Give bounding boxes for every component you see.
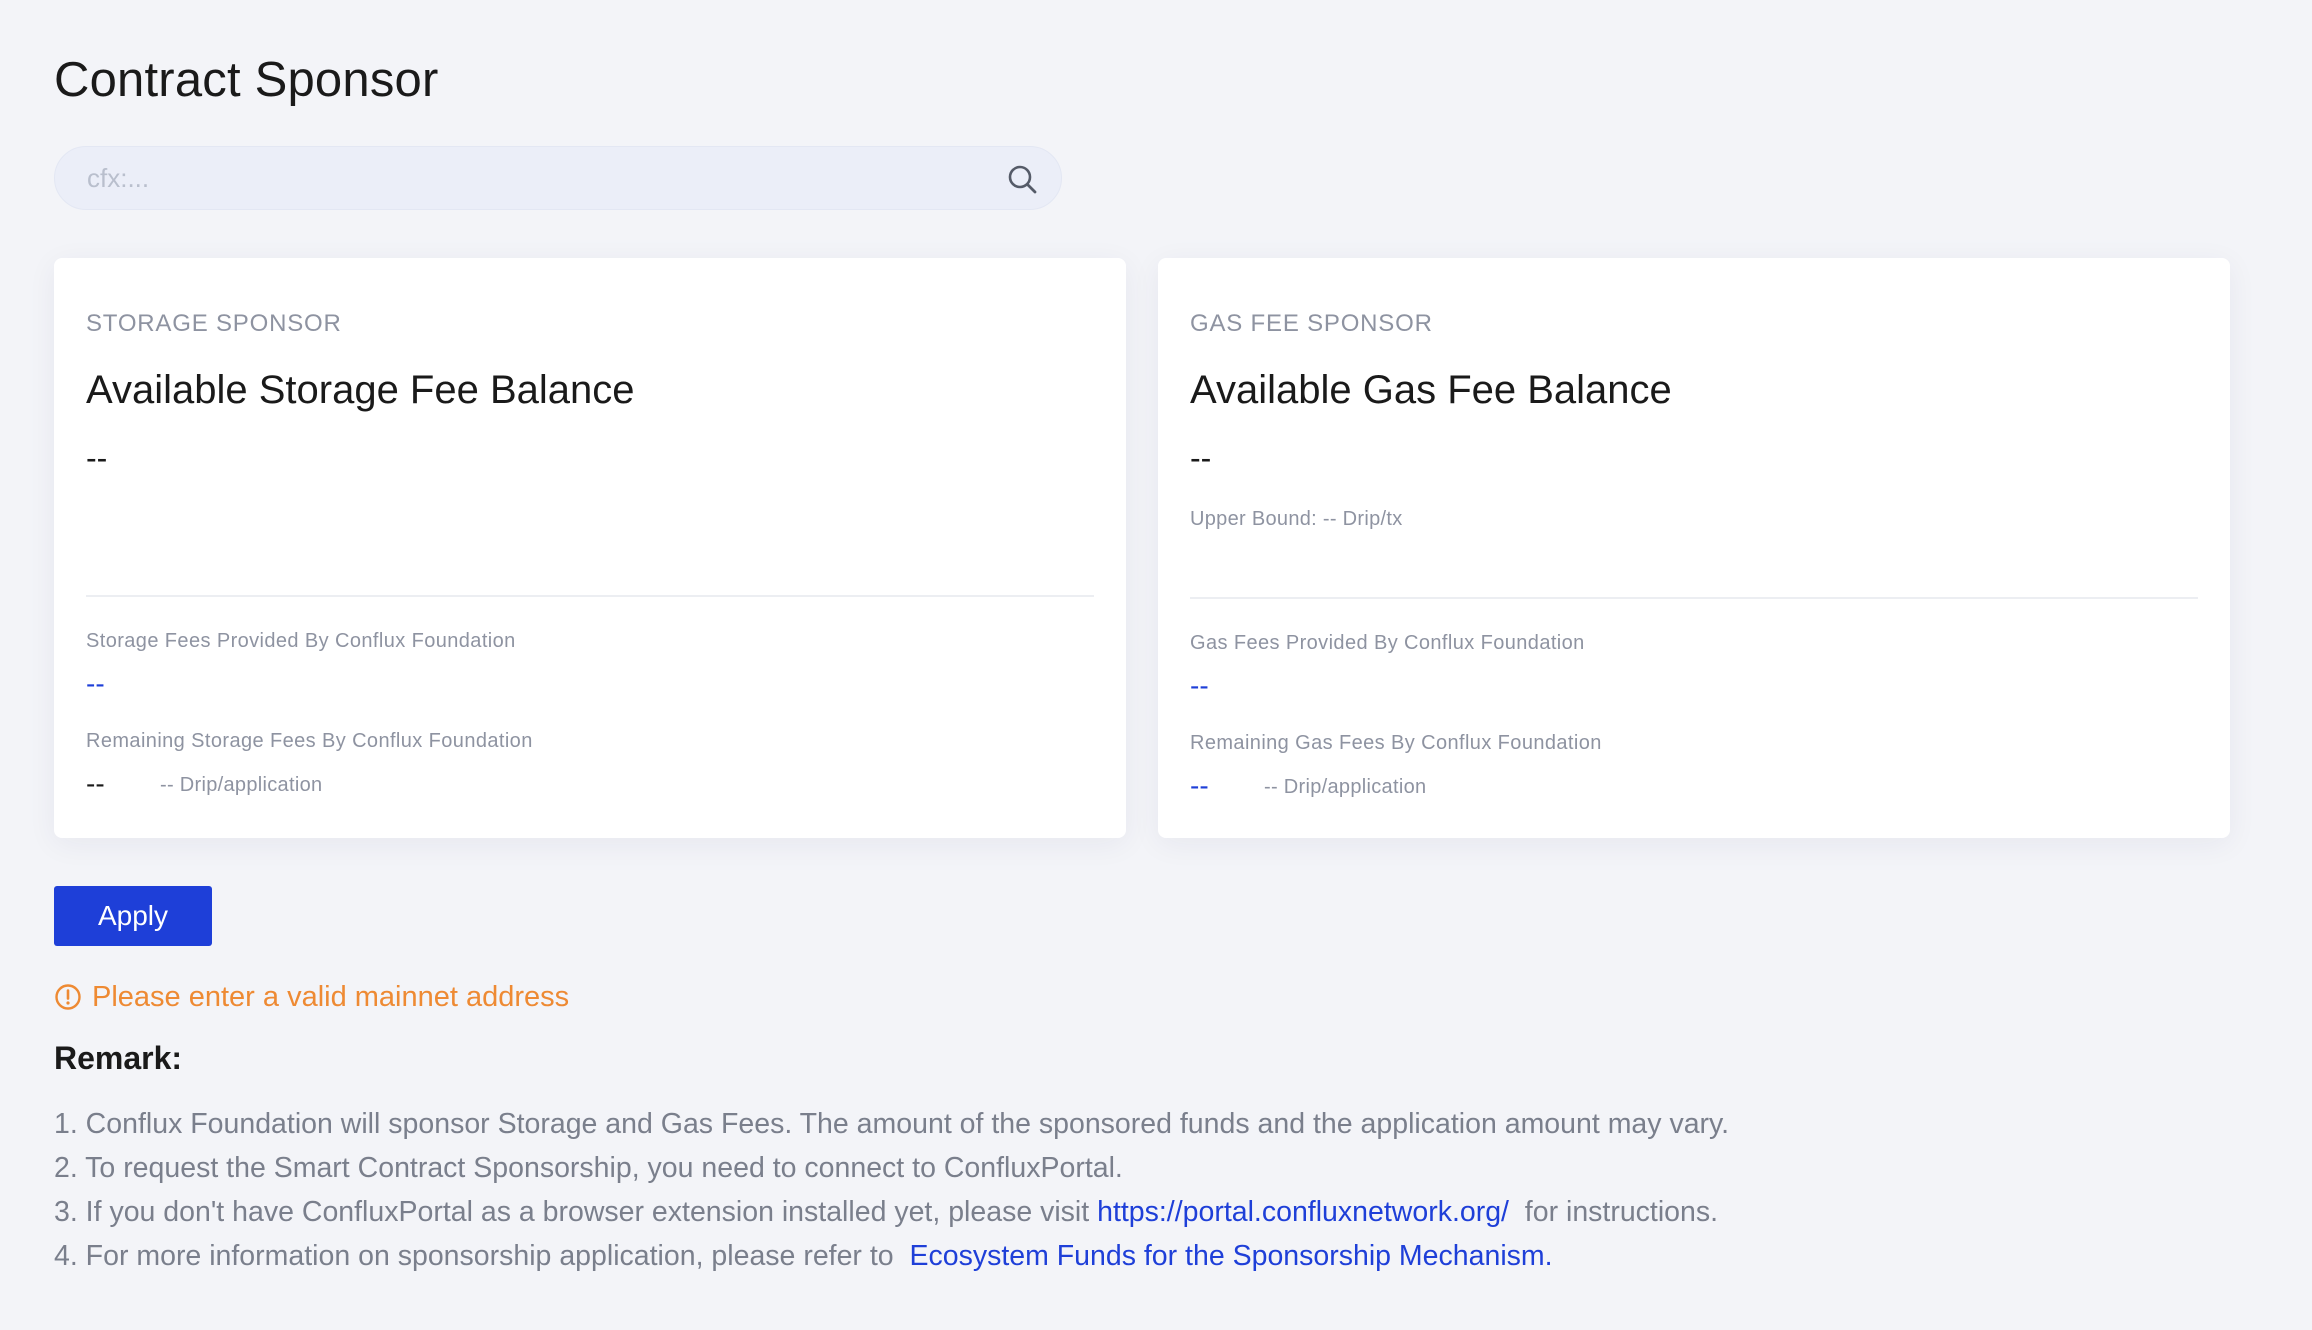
apply-button[interactable]: Apply [54,886,212,946]
remark-list: 1. Conflux Foundation will sponsor Stora… [54,1108,1729,1284]
storage-sponsor-kicker: STORAGE SPONSOR [86,310,342,337]
gas-balance-heading: Available Gas Fee Balance [1190,368,1672,412]
contract-sponsor-page: Contract Sponsor STORAGE SPONSOR Availab… [0,0,2312,1330]
gas-sponsor-kicker: GAS FEE SPONSOR [1190,310,1433,337]
gas-remaining-suffix: -- Drip/application [1264,776,1427,798]
remark-item-text: for instructions. [1508,1196,1719,1228]
gas-upper-bound: Upper Bound: -- Drip/tx [1190,508,1403,530]
storage-provided-value: -- [86,668,105,699]
card-divider [1190,597,2198,599]
storage-sponsor-card: STORAGE SPONSOR Available Storage Fee Ba… [54,258,1126,838]
gas-remaining-label: Remaining Gas Fees By Conflux Foundation [1190,732,1602,754]
remark-item-text: 4. For more information on sponsorship a… [54,1240,910,1272]
remark-item-text: 1. Conflux Foundation will sponsor Stora… [54,1108,1730,1140]
alert-circle-icon [55,984,81,1010]
gas-provided-label: Gas Fees Provided By Conflux Foundation [1190,632,1585,654]
remark-item: 3. If you don't have ConfluxPortal as a … [54,1196,1729,1240]
conflux-portal-link[interactable]: https://portal.confluxnetwork.org/ [1097,1196,1509,1228]
storage-balance-heading: Available Storage Fee Balance [86,368,635,412]
page-title: Contract Sponsor [54,53,439,107]
gas-balance-value: -- [1190,440,1212,476]
remark-title: Remark: [54,1040,183,1076]
gas-remaining-value: -- [1190,770,1209,801]
remark-item: 2. To request the Smart Contract Sponsor… [54,1152,1729,1196]
gas-fee-sponsor-card: GAS FEE SPONSOR Available Gas Fee Balanc… [1158,258,2230,838]
storage-remaining-value: -- [86,768,105,799]
warning-text: Please enter a valid mainnet address [92,980,570,1013]
address-search-input[interactable] [55,147,1061,209]
remark-item-text: 3. If you don't have ConfluxPortal as a … [54,1196,1098,1228]
gas-provided-value: -- [1190,670,1209,701]
remark-item: 4. For more information on sponsorship a… [54,1240,1729,1284]
storage-remaining-label: Remaining Storage Fees By Conflux Founda… [86,730,533,752]
remark-item: 1. Conflux Foundation will sponsor Stora… [54,1108,1729,1152]
storage-remaining-suffix: -- Drip/application [160,774,323,796]
storage-provided-label: Storage Fees Provided By Conflux Foundat… [86,630,516,652]
remark-item-text: 2. To request the Smart Contract Sponsor… [54,1152,1123,1184]
card-divider [86,595,1094,597]
storage-balance-value: -- [86,440,108,476]
address-warning: Please enter a valid mainnet address [54,980,569,1014]
ecosystem-funds-link[interactable]: Ecosystem Funds for the Sponsorship Mech… [909,1240,1552,1272]
address-search-box [54,146,1062,210]
search-icon[interactable] [1005,162,1039,196]
